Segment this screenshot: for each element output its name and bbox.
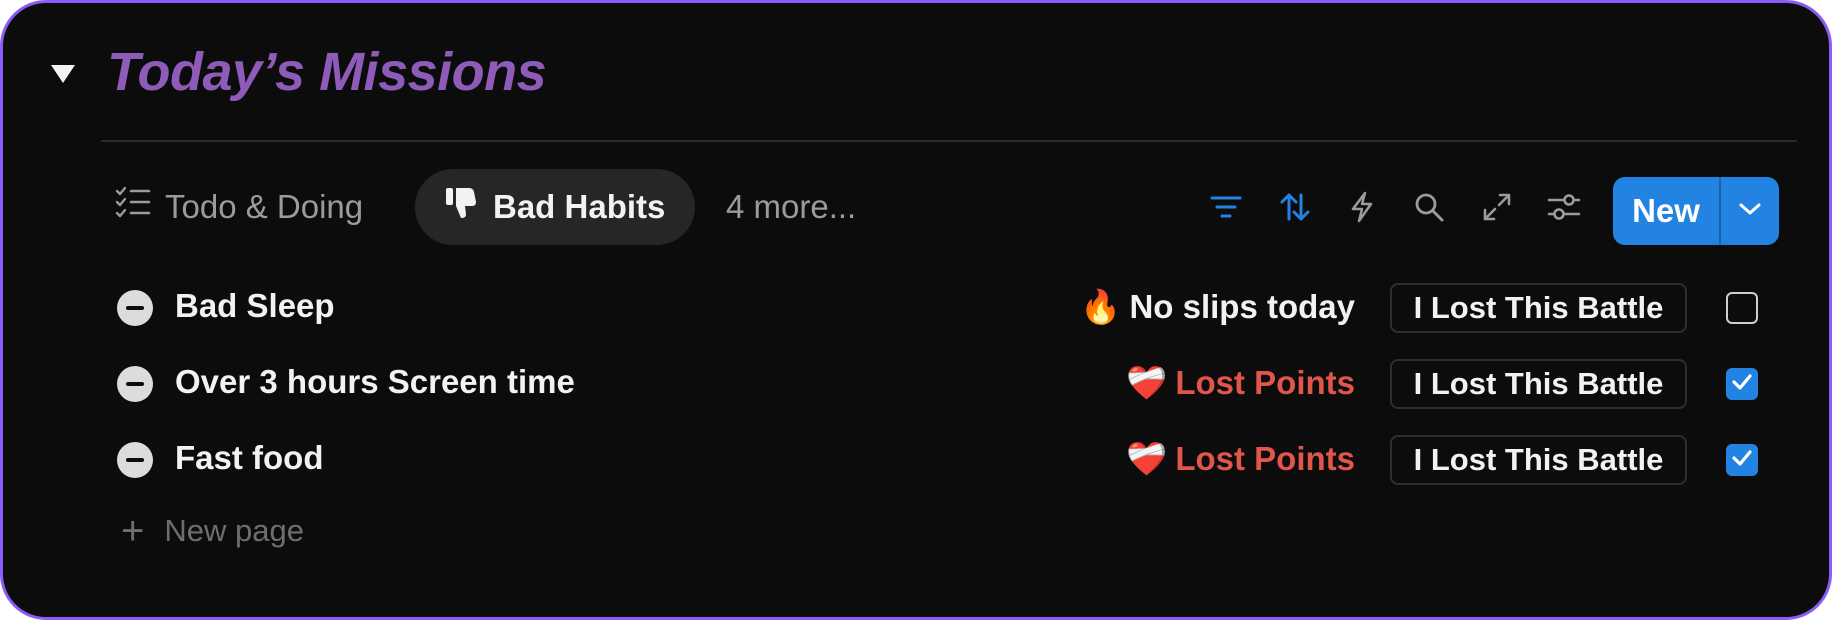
minus-circle-icon (117, 290, 153, 326)
new-dropdown-button[interactable] (1721, 177, 1779, 245)
table-row[interactable]: Bad Sleep 🔥 No slips today I Lost This B… (3, 273, 1829, 341)
checkmark-icon (1731, 373, 1753, 396)
missions-panel: Today’s Missions Todo & Doing Bad Habits… (0, 0, 1832, 620)
done-checkbox[interactable] (1726, 292, 1758, 324)
battle-button[interactable]: I Lost This Battle (1390, 435, 1687, 485)
thumbs-down-icon (445, 186, 477, 228)
minus-circle-icon (117, 442, 153, 478)
tab-label: Bad Habits (493, 188, 666, 225)
status-label: 🔥 No slips today (1080, 287, 1355, 327)
tab-more-views[interactable]: 4 more... (726, 169, 856, 245)
status-text: Lost Points (1175, 364, 1355, 401)
battle-button[interactable]: I Lost This Battle (1390, 359, 1687, 409)
sort-icon[interactable] (1275, 187, 1315, 227)
row-title[interactable]: Bad Sleep (175, 287, 335, 325)
done-checkbox[interactable] (1726, 444, 1758, 476)
tab-todo-doing[interactable]: Todo & Doing (115, 169, 363, 245)
collapse-toggle-icon[interactable] (51, 65, 75, 83)
checkmark-icon (1731, 449, 1753, 472)
settings-sliders-icon[interactable] (1544, 187, 1584, 227)
table-row[interactable]: Fast food ❤️‍🩹 Lost Points I Lost This B… (3, 425, 1829, 493)
battle-button[interactable]: I Lost This Battle (1390, 283, 1687, 333)
filter-icon[interactable] (1206, 187, 1246, 227)
checklist-icon (115, 186, 151, 228)
divider (101, 140, 1797, 142)
tab-label: Todo & Doing (165, 188, 364, 225)
tab-bad-habits[interactable]: Bad Habits (415, 169, 696, 245)
search-icon[interactable] (1409, 187, 1449, 227)
status-text: No slips today (1129, 288, 1355, 325)
mending-heart-icon: ❤️‍🩹 (1126, 363, 1168, 402)
table-row[interactable]: Over 3 hours Screen time ❤️‍🩹 Lost Point… (3, 349, 1829, 417)
status-label: ❤️‍🩹 Lost Points (1126, 363, 1355, 403)
minus-circle-icon (117, 366, 153, 402)
new-button[interactable]: New (1613, 177, 1721, 245)
new-page-button[interactable]: + New page (121, 511, 304, 551)
row-title[interactable]: Over 3 hours Screen time (175, 363, 575, 401)
status-text: Lost Points (1175, 440, 1355, 477)
mending-heart-icon: ❤️‍🩹 (1126, 439, 1168, 478)
chevron-down-icon (1739, 202, 1761, 221)
lightning-icon[interactable] (1342, 187, 1382, 227)
status-label: ❤️‍🩹 Lost Points (1126, 439, 1355, 479)
new-page-label: New page (164, 513, 304, 548)
done-checkbox[interactable] (1726, 368, 1758, 400)
expand-icon[interactable] (1477, 187, 1517, 227)
page-title: Today’s Missions (107, 42, 547, 102)
new-button-group: New (1613, 177, 1779, 245)
fire-icon: 🔥 (1080, 287, 1122, 326)
plus-icon: + (121, 509, 145, 553)
row-title[interactable]: Fast food (175, 439, 323, 477)
